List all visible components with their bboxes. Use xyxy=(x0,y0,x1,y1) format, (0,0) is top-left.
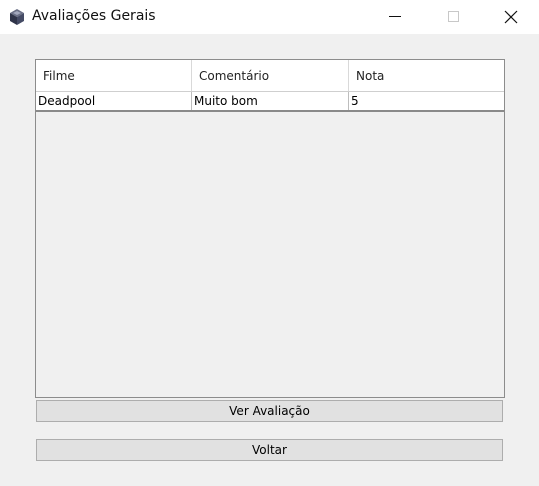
maximize-button[interactable] xyxy=(430,0,476,34)
column-header-comentario[interactable]: Comentário xyxy=(192,60,349,91)
column-header-filme[interactable]: Filme xyxy=(36,60,192,91)
back-button[interactable]: Voltar xyxy=(36,439,503,461)
close-icon xyxy=(504,10,518,24)
close-button[interactable] xyxy=(488,0,534,34)
cell-filme[interactable]: Deadpool xyxy=(36,92,192,110)
column-header-nota[interactable]: Nota xyxy=(349,60,504,91)
reviews-table[interactable]: Filme Comentário Nota Deadpool Muito bom… xyxy=(35,59,505,398)
table-header: Filme Comentário Nota xyxy=(36,60,504,92)
maximize-icon xyxy=(448,11,459,22)
minimize-button[interactable] xyxy=(372,0,418,34)
cube-app-icon xyxy=(8,8,26,26)
table-row[interactable]: Deadpool Muito bom 5 xyxy=(36,92,504,112)
cell-comentario[interactable]: Muito bom xyxy=(192,92,349,110)
view-review-button[interactable]: Ver Avaliação xyxy=(36,400,503,422)
title-bar: Avaliações Gerais xyxy=(0,0,539,34)
minimize-icon xyxy=(389,16,401,17)
cell-nota[interactable]: 5 xyxy=(349,92,504,110)
window-title: Avaliações Gerais xyxy=(32,8,156,24)
